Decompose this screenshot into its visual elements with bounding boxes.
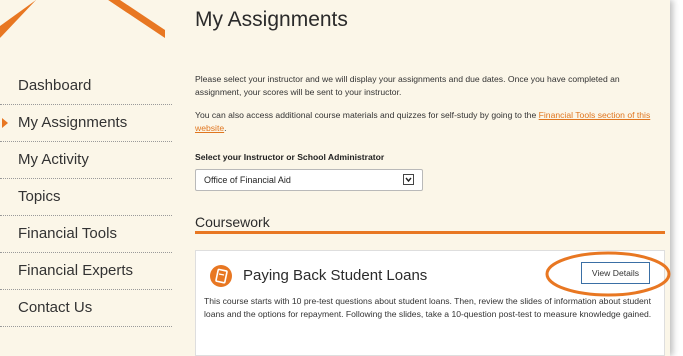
- sidebar-nav: Dashboard My Assignments My Activity Top…: [0, 68, 172, 327]
- course-description: This course starts with 10 pre-test ques…: [204, 296, 652, 319]
- instructor-select-label: Select your Instructor or School Adminis…: [195, 152, 385, 162]
- chevron-down-icon[interactable]: [403, 174, 414, 185]
- sidebar-item-label: Topics: [18, 188, 61, 205]
- sidebar-item-label: My Activity: [18, 151, 89, 168]
- instructor-select[interactable]: Office of Financial Aid: [195, 169, 423, 191]
- page-title: My Assignments: [195, 8, 348, 31]
- logo-shape: [0, 0, 165, 38]
- section-divider: [195, 231, 665, 234]
- view-details-button[interactable]: View Details: [581, 262, 650, 284]
- sidebar-item-my-assignments[interactable]: My Assignments: [0, 105, 172, 142]
- course-card: Paying Back Student Loans View Details T…: [195, 250, 665, 356]
- course-title: Paying Back Student Loans: [243, 267, 428, 284]
- sidebar-item-my-activity[interactable]: My Activity: [0, 142, 172, 179]
- instructor-select-value: Office of Financial Aid: [204, 175, 291, 185]
- sidebar-item-topics[interactable]: Topics: [0, 179, 172, 216]
- active-arrow-icon: [2, 118, 8, 128]
- sidebar-item-label: Financial Experts: [18, 262, 134, 279]
- more-materials-suffix: .: [224, 123, 227, 133]
- coursework-heading: Coursework: [195, 214, 270, 230]
- sidebar-item-label: Contact Us: [18, 299, 93, 316]
- book-icon: [210, 265, 232, 287]
- sidebar-item-contact-us[interactable]: Contact Us: [0, 290, 172, 327]
- sidebar-item-dashboard[interactable]: Dashboard: [0, 68, 172, 105]
- sidebar-item-label: Financial Tools: [18, 225, 117, 242]
- sidebar-item-financial-tools[interactable]: Financial Tools: [0, 216, 172, 253]
- sidebar-item-financial-experts[interactable]: Financial Experts: [0, 253, 172, 290]
- sidebar-item-label: My Assignments: [18, 114, 128, 131]
- more-materials-text: You can also access additional course ma…: [195, 109, 660, 135]
- intro-text: Please select your instructor and we wil…: [195, 74, 620, 97]
- more-materials-prefix: You can also access additional course ma…: [195, 110, 539, 120]
- sidebar-item-label: Dashboard: [18, 77, 92, 94]
